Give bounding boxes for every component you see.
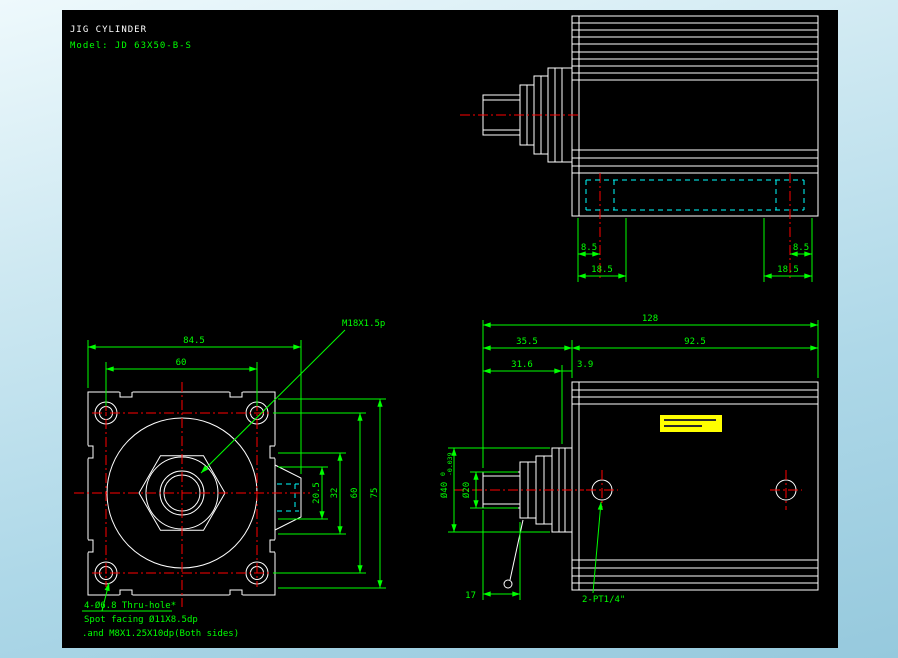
hole-notes: 4-Ø6.8 Thru-hole* Spot facing Ø11X8.5dp … xyxy=(82,583,239,639)
dim-128: 128 xyxy=(642,314,658,324)
cylinder-body-section xyxy=(572,382,818,590)
port-holes xyxy=(592,480,796,500)
dim-dia-40-tol-lower: -0.039 xyxy=(446,452,454,476)
centerlines-side-view xyxy=(460,115,790,278)
side-view: 8.5 18.5 8.5 18.5 xyxy=(460,16,818,282)
model-label: Model: JD 63X50-B-S xyxy=(70,41,192,51)
thread-callout: M18X1.5p xyxy=(342,319,385,329)
page-title: JIG CYLINDER xyxy=(70,25,147,35)
cad-drawing: JIG CYLINDER Model: JD 63X50-B-S xyxy=(62,10,838,648)
dim-17: 17 xyxy=(465,591,476,601)
dim-35-5: 35.5 xyxy=(516,337,538,347)
piston-rod-assembly-section xyxy=(483,448,572,588)
dim-boss-dia: Ø40 0 -0.039 xyxy=(439,452,454,498)
dim-75: 75 xyxy=(370,488,380,499)
dim-lines-section-view xyxy=(448,320,818,600)
dims-side-view: 8.5 18.5 8.5 18.5 xyxy=(578,218,812,282)
title-block: JIG CYLINDER Model: JD 63X50-B-S xyxy=(70,25,192,51)
hidden-port-lines xyxy=(277,484,299,511)
front-view: 84.5 60 20.5 32 60 75 M18X1.5p 4-Ø6.8 Th… xyxy=(74,319,386,639)
brand-plate xyxy=(660,415,722,432)
side-port-boss xyxy=(275,465,301,530)
dim-3-9: 3.9 xyxy=(577,360,593,370)
dim-31-6: 31.6 xyxy=(511,360,533,370)
cylinder-body-outline xyxy=(572,16,818,216)
app-background: JIG CYLINDER Model: JD 63X50-B-S xyxy=(0,0,898,658)
dim-18-5-left: 18.5 xyxy=(591,265,613,275)
dim-60-horizontal: 60 xyxy=(176,358,187,368)
note-line-2: Spot facing Ø11X8.5dp xyxy=(84,614,198,625)
note-line-3: .and M8X1.25X10dp(Both sides) xyxy=(82,629,239,639)
dim-60-vertical: 60 xyxy=(350,488,360,499)
drawing-canvas[interactable]: JIG CYLINDER Model: JD 63X50-B-S xyxy=(62,10,838,648)
dims-section-view: 128 35.5 92.5 31.6 3.9 Ø40 0 -0.039 Ø20 … xyxy=(439,314,818,605)
dim-92-5: 92.5 xyxy=(684,337,706,347)
dim-dia-20: Ø20 xyxy=(461,482,472,498)
dims-front-view: 84.5 60 20.5 32 60 75 M18X1.5p xyxy=(88,319,386,588)
note-line-1: 4-Ø6.8 Thru-hole* xyxy=(84,600,176,611)
dim-32: 32 xyxy=(330,488,340,499)
dim-dia-40: Ø40 xyxy=(439,482,450,498)
port-callout: 2-PT1/4" xyxy=(582,595,625,605)
dim-8-5-right: 8.5 xyxy=(793,243,809,253)
dim-8-5-left: 8.5 xyxy=(581,243,597,253)
dim-20-5: 20.5 xyxy=(312,482,322,504)
hidden-sensor-slot xyxy=(586,180,804,210)
dim-18-5-right: 18.5 xyxy=(777,265,799,275)
section-view: 128 35.5 92.5 31.6 3.9 Ø40 0 -0.039 Ø20 … xyxy=(439,314,818,605)
dim-84-5: 84.5 xyxy=(183,336,205,346)
